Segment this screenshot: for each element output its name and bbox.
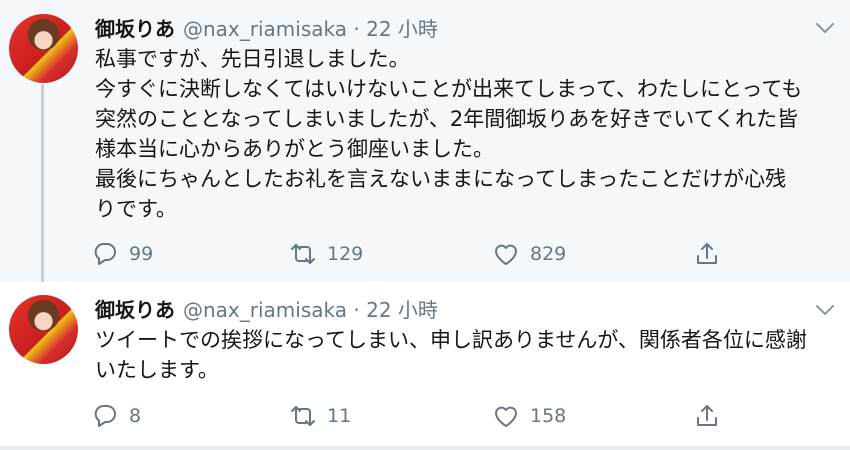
tweet-text-line: りです。 (95, 197, 177, 221)
share-icon (697, 243, 717, 264)
timestamp[interactable]: · 22 小時 (353, 298, 438, 322)
share-button[interactable] (693, 401, 721, 431)
like-count: 158 (530, 405, 567, 427)
thread-connector (41, 84, 44, 289)
like-count: 829 (530, 243, 567, 265)
retweet-icon (291, 244, 315, 264)
chevron-down-icon[interactable] (814, 302, 836, 318)
tweet-header: 御坂りあ @nax_riamisaka · 22 小時 (95, 297, 438, 323)
reply-count: 99 (129, 243, 154, 265)
tweet-text-line: いたします。 (95, 358, 219, 382)
tweet[interactable]: 御坂りあ @nax_riamisaka · 22 小時 私事ですが、先日引退しまし… (0, 0, 850, 289)
like-button[interactable]: 829 (492, 239, 566, 269)
reply-icon (94, 405, 116, 427)
reply-button[interactable]: 8 (91, 401, 141, 431)
divider (0, 446, 850, 450)
timestamp[interactable]: · 22 小時 (353, 17, 438, 41)
tweet-actions: 8 11 158 (91, 401, 731, 431)
chevron-down-icon[interactable] (814, 20, 836, 36)
tweet-text-line: 突然のこととなってしまいましたが、2年間御坂りあを好きでいてくれた皆 (95, 107, 798, 131)
tweet-text-line: 様本当に心からありがとう御座いました。 (95, 137, 494, 161)
tweet-text: 私事ですが、先日引退しました。 今すぐに決断しなくてはいけないことが出来てしまっ… (95, 44, 845, 224)
reply-count: 8 (129, 405, 142, 427)
reply-icon (94, 243, 116, 265)
user-handle[interactable]: @nax_riamisaka (183, 17, 347, 41)
retweet-button[interactable]: 11 (289, 401, 351, 431)
retweet-button[interactable]: 129 (289, 239, 363, 269)
tweet-text-line: 私事ですが、先日引退しました。 (95, 47, 410, 71)
share-icon (697, 405, 717, 426)
like-button[interactable]: 158 (492, 401, 566, 431)
tweet-text-line: 今すぐに決断しなくてはいけないことが出来てしまって、わたしにとっても (95, 77, 803, 101)
tweet-text-line: ツイートでの挨拶になってしまい、申し訳ありませんが、関係者各位に感謝 (95, 328, 807, 352)
tweet-text: ツイートでの挨拶になってしまい、申し訳ありませんが、関係者各位に感謝 いたします… (95, 325, 845, 385)
avatar[interactable] (9, 295, 78, 364)
retweet-count: 11 (327, 405, 352, 427)
tweet[interactable]: 御坂りあ @nax_riamisaka · 22 小時 ツイートでの挨拶になってし… (0, 282, 850, 450)
user-handle[interactable]: @nax_riamisaka (183, 298, 347, 322)
display-name[interactable]: 御坂りあ (95, 298, 175, 322)
retweet-icon (291, 406, 315, 426)
share-button[interactable] (693, 239, 721, 269)
reply-button[interactable]: 99 (91, 239, 153, 269)
display-name[interactable]: 御坂りあ (95, 17, 175, 41)
retweet-count: 129 (327, 243, 364, 265)
heart-icon (495, 244, 517, 265)
tweet-actions: 99 129 829 (91, 239, 731, 269)
heart-icon (495, 406, 517, 427)
tweet-header: 御坂りあ @nax_riamisaka · 22 小時 (95, 16, 438, 42)
avatar[interactable] (9, 14, 78, 83)
tweet-text-line: 最後にちゃんとしたお礼を言えないままになってしまったことだけが心残 (95, 167, 787, 191)
